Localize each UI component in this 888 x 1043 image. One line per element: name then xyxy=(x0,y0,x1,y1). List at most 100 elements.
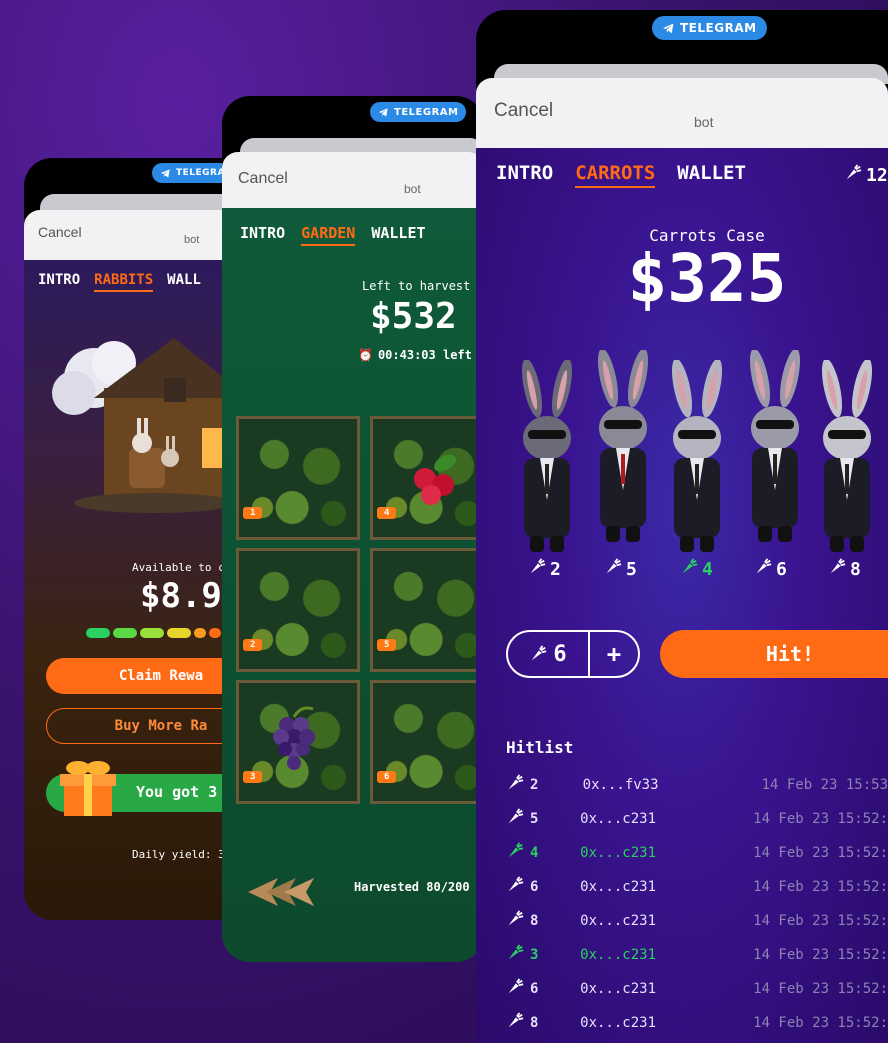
left-to-harvest-label: Left to harvest xyxy=(362,279,471,293)
hitlist-row: 2 0x...fv33 14 Feb 23 15:53 xyxy=(506,768,888,802)
bunny-value-number: 4 xyxy=(702,559,713,580)
gift-text: You got 3 xyxy=(136,783,218,801)
carrot-icon xyxy=(506,1012,524,1034)
hit-value: 4 xyxy=(506,842,580,864)
garden-plot-2[interactable]: 2 xyxy=(236,548,360,672)
garden-plot-4[interactable]: 4 xyxy=(370,416,484,540)
timer-text: 00:43:03 left xyxy=(377,348,472,362)
hitlist-row: 4 0x...c231 14 Feb 23 15:52: xyxy=(506,836,888,870)
carrot-icon xyxy=(506,774,524,796)
hit-timestamp: 14 Feb 23 15:52: xyxy=(753,811,888,827)
bet-stepper[interactable]: 6 + xyxy=(506,630,640,678)
hit-address: 0x...c231 xyxy=(580,811,656,827)
bunny-values: 2 5 4 6 8 xyxy=(528,558,888,582)
telegram-label: TELEGRAM xyxy=(680,21,757,35)
plot-number: 6 xyxy=(377,771,397,783)
tab-wallet[interactable]: WALL xyxy=(167,272,201,292)
carrot-icon xyxy=(680,558,698,581)
tab-bar: INTRO CARROTS WALLET xyxy=(496,162,746,188)
grapes-icon xyxy=(273,706,315,770)
hit-value-number: 3 xyxy=(530,947,539,963)
carrot-icon xyxy=(604,558,622,581)
bet-value-box: 6 xyxy=(508,632,590,676)
hit-value-number: 8 xyxy=(530,1015,539,1031)
hit-timestamp: 14 Feb 23 15:52: xyxy=(753,879,888,895)
bunny-value[interactable]: 2 xyxy=(528,558,561,581)
tab-intro[interactable]: INTRO xyxy=(240,224,285,246)
tab-wallet[interactable]: WALLET xyxy=(677,162,746,188)
carrot-icon xyxy=(506,842,524,864)
progress-segment xyxy=(194,628,206,638)
hitlist-row: 5 0x...c231 14 Feb 23 15:52: xyxy=(506,802,888,836)
plot-number: 3 xyxy=(243,771,263,783)
balance: 12. xyxy=(844,164,888,187)
tab-wallet[interactable]: WALLET xyxy=(371,224,425,246)
harvested-count: Harvested 80/200 xyxy=(354,880,470,894)
carrot-icon xyxy=(828,558,846,581)
garden-plot-6[interactable]: 6 xyxy=(370,680,484,804)
hit-value: 6 xyxy=(506,978,580,1000)
hit-timestamp: 14 Feb 23 15:52: xyxy=(753,947,888,963)
buy-button-label: Buy More Ra xyxy=(114,718,208,734)
timer: ⏰ 00:43:03 left xyxy=(358,348,472,362)
telegram-label: TELEGRAM xyxy=(394,106,459,118)
carrot-icon xyxy=(506,876,524,898)
cancel-button[interactable]: Cancel xyxy=(238,170,288,188)
hit-timestamp: 14 Feb 23 15:53 xyxy=(761,777,888,793)
sheet-header: Cancel bot xyxy=(476,78,888,148)
garden-plot-1[interactable]: 1 xyxy=(236,416,360,540)
hit-value-number: 4 xyxy=(530,845,539,861)
hitlist-row: 3 0x...c231 14 Feb 23 15:52: xyxy=(506,938,888,972)
hit-value-number: 6 xyxy=(530,981,539,997)
tab-garden[interactable]: GARDEN xyxy=(301,224,356,246)
yield-progress xyxy=(86,628,221,638)
hitlist-title: Hitlist xyxy=(506,738,574,757)
hit-timestamp: 14 Feb 23 15:52: xyxy=(753,913,888,929)
tab-carrots[interactable]: CARROTS xyxy=(575,162,656,188)
hit-value: 8 xyxy=(506,1012,580,1034)
carrot-icon xyxy=(532,645,547,661)
progress-segment xyxy=(86,628,110,638)
bunny-value-number: 5 xyxy=(626,559,637,580)
bunny-value[interactable]: 6 xyxy=(754,558,787,581)
plot-number: 2 xyxy=(243,639,263,651)
hit-value: 3 xyxy=(506,944,580,966)
balance-value: 12. xyxy=(866,165,888,186)
claim-button-label: Claim Rewa xyxy=(118,668,204,684)
carrot-icon xyxy=(506,978,524,1000)
cancel-button[interactable]: Cancel xyxy=(494,100,553,122)
back-arrow-icon[interactable] xyxy=(248,874,328,910)
plot-number: 4 xyxy=(377,507,397,519)
tab-rabbits[interactable]: RABBITS xyxy=(94,272,154,292)
hit-timestamp: 14 Feb 23 15:52: xyxy=(753,981,888,997)
carrot-icon xyxy=(506,944,524,966)
carrot-icon xyxy=(506,910,524,932)
progress-segment xyxy=(167,628,191,638)
garden-plot-3[interactable]: 3 xyxy=(236,680,360,804)
phone-carrots: TELEGRAM Cancel bot INTRO CARROTS WALLET… xyxy=(476,10,888,1043)
hit-value: 2 xyxy=(506,774,583,796)
bot-label: bot xyxy=(184,234,200,246)
bunny-value[interactable]: 4 xyxy=(680,558,713,581)
progress-segment xyxy=(140,628,164,638)
garden-plot-5[interactable]: 5 xyxy=(370,548,484,672)
telegram-icon xyxy=(663,23,674,33)
bunny-value[interactable]: 8 xyxy=(828,558,861,581)
phone-garden: TELEGRAM Cancel bot INTRO GARDEN WALLET … xyxy=(222,96,484,962)
hit-value: 8 xyxy=(506,910,580,932)
cancel-button[interactable]: Cancel xyxy=(38,224,82,240)
hit-address: 0x...c231 xyxy=(580,1015,656,1031)
plus-button[interactable]: + xyxy=(590,632,638,676)
bunny-agent-image xyxy=(821,360,873,552)
bot-label: bot xyxy=(694,114,714,130)
tab-intro[interactable]: INTRO xyxy=(38,272,80,292)
plot-number: 1 xyxy=(243,507,263,519)
tab-intro[interactable]: INTRO xyxy=(496,162,553,188)
hit-button[interactable]: Hit! xyxy=(660,630,888,678)
telegram-badge: TELEGRAM xyxy=(652,16,767,40)
hit-value-number: 2 xyxy=(530,777,539,793)
bunny-value[interactable]: 5 xyxy=(604,558,637,581)
hit-value-number: 6 xyxy=(530,879,539,895)
sheet-header: Cancel bot xyxy=(24,210,254,260)
bunny-value-number: 2 xyxy=(550,559,561,580)
